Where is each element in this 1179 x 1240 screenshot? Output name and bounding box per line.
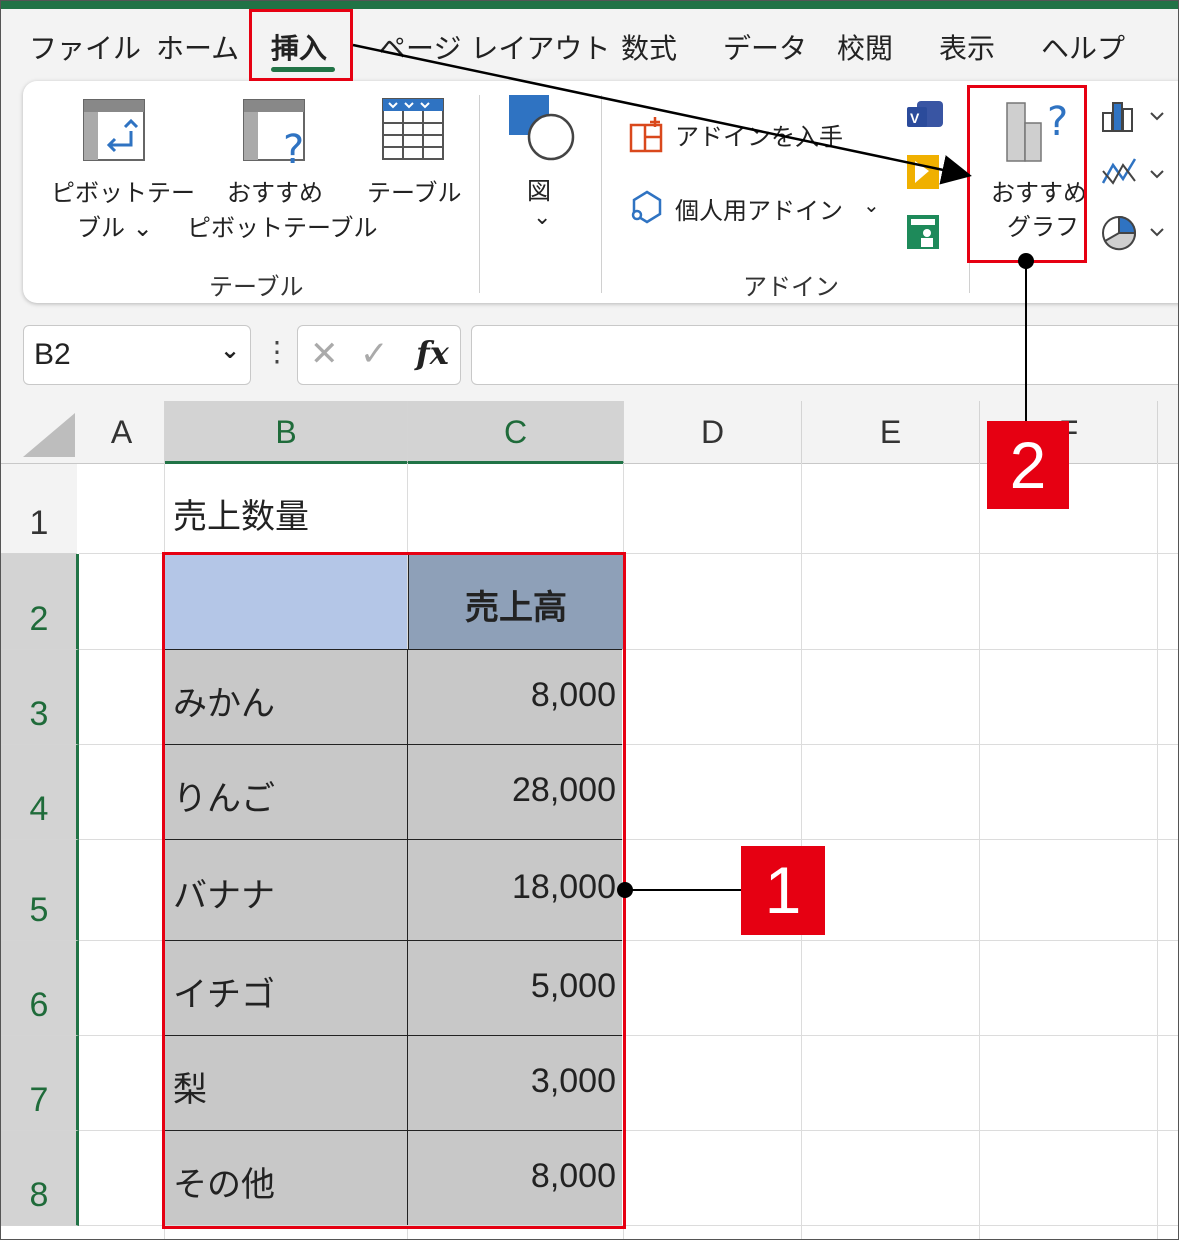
excel-window: ファイル ホーム 挿入 ページ レイアウト 数式 データ 校閲 表示 ヘルプ ピ… xyxy=(0,0,1179,1240)
step-2-callout: 2 xyxy=(987,421,1069,509)
step-1-callout: 1 xyxy=(741,846,825,935)
annotation-connectors xyxy=(352,43,1034,898)
